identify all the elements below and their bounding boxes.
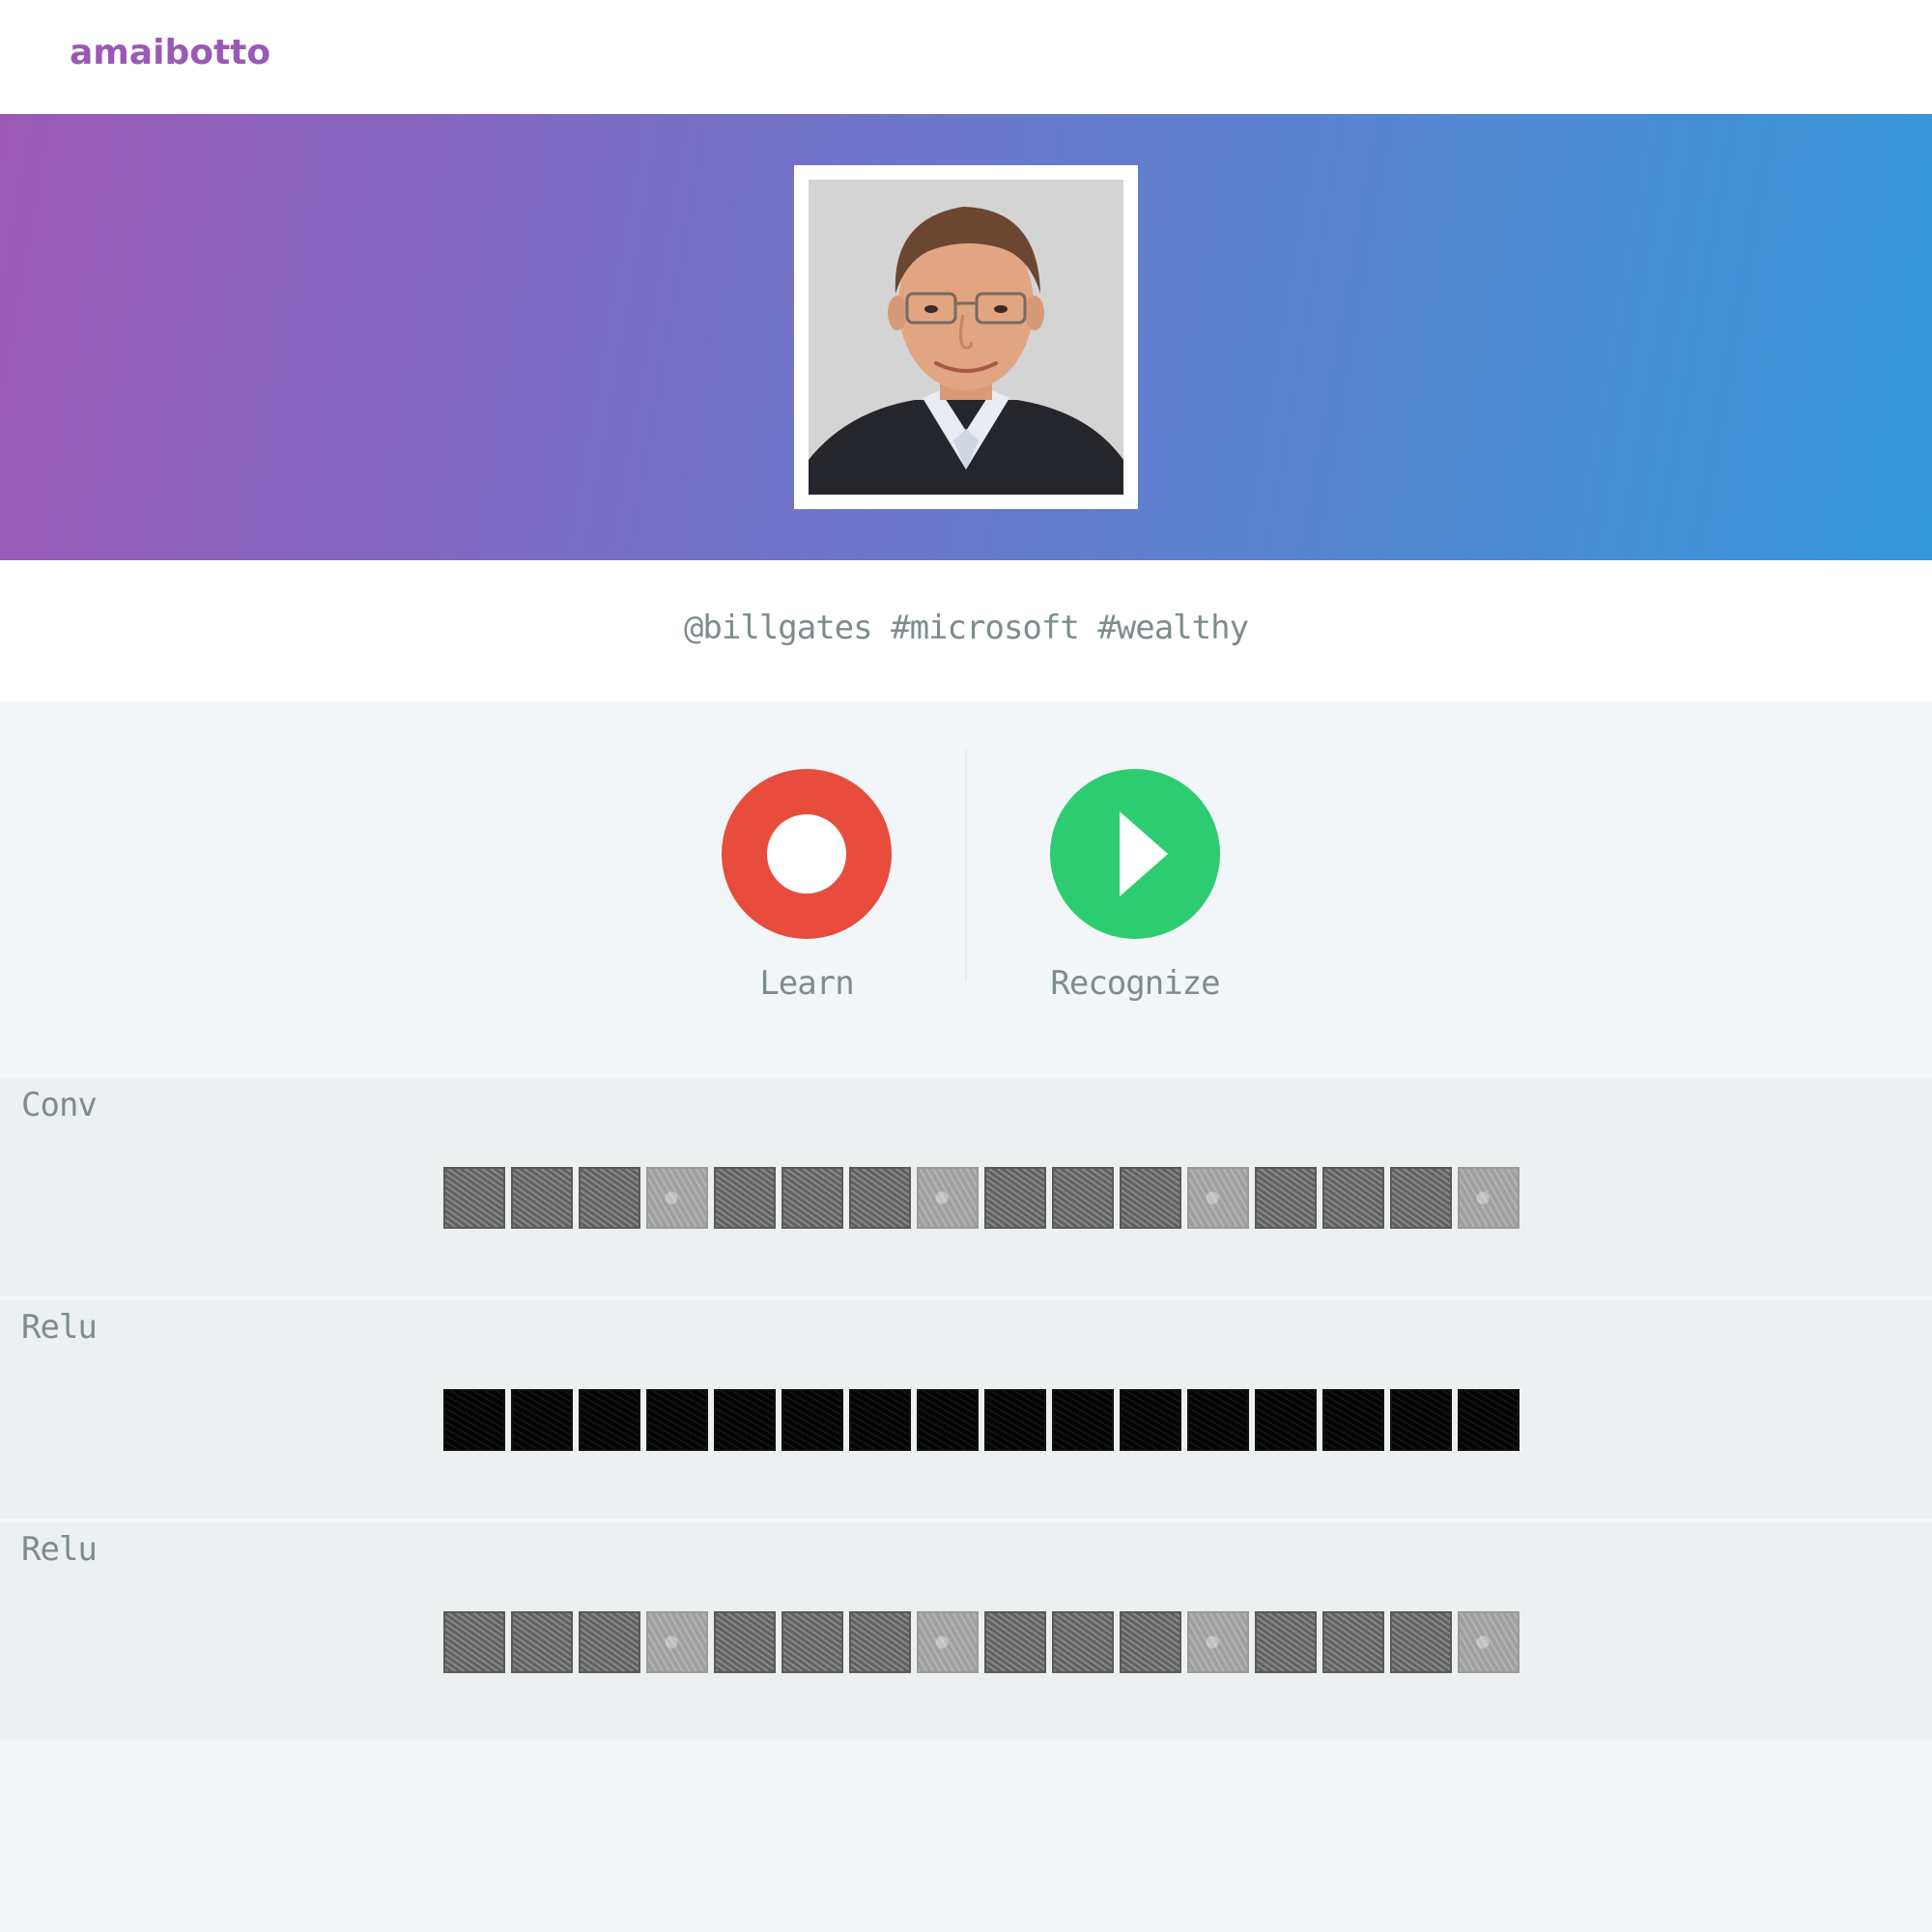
feature-map-tile bbox=[511, 1389, 573, 1451]
feature-map-tile bbox=[1120, 1389, 1181, 1451]
brand-logo[interactable]: amaibotto bbox=[70, 33, 270, 72]
feature-map-tile bbox=[1322, 1167, 1384, 1229]
feature-map-tile bbox=[579, 1167, 640, 1229]
feature-map-tile bbox=[1322, 1611, 1384, 1673]
feature-map-tile bbox=[849, 1389, 911, 1451]
feature-map-tile bbox=[781, 1611, 843, 1673]
profile-tagline: @billgates #microsoft #wealthy bbox=[683, 609, 1249, 647]
feature-map-tile bbox=[714, 1389, 776, 1451]
feature-map-tile bbox=[1390, 1611, 1452, 1673]
feature-map-tile bbox=[849, 1611, 911, 1673]
person-portrait-icon bbox=[809, 180, 1123, 495]
feature-map-tile bbox=[1390, 1389, 1452, 1451]
feature-map-tile bbox=[1458, 1389, 1520, 1451]
feature-map-tile bbox=[443, 1389, 505, 1451]
feature-map-tile bbox=[1187, 1167, 1249, 1229]
feature-map-tile bbox=[917, 1611, 979, 1673]
feature-map-tile bbox=[646, 1611, 708, 1673]
layer-relu-2: Relu bbox=[0, 1522, 1932, 1743]
feature-map-row bbox=[443, 1389, 1520, 1451]
play-icon bbox=[1120, 811, 1168, 896]
learn-label[interactable]: Learn bbox=[710, 964, 903, 1003]
feature-map-tile bbox=[646, 1167, 708, 1229]
feature-map-tile bbox=[984, 1167, 1046, 1229]
feature-map-tile bbox=[781, 1167, 843, 1229]
feature-map-tile bbox=[1255, 1611, 1317, 1673]
feature-map-tile bbox=[1458, 1167, 1520, 1229]
layer-conv: Conv bbox=[0, 1078, 1932, 1298]
feature-map-tile bbox=[1255, 1167, 1317, 1229]
feature-map-row bbox=[443, 1611, 1520, 1673]
recognize-label[interactable]: Recognize bbox=[990, 964, 1280, 1003]
feature-map-tile bbox=[1187, 1389, 1249, 1451]
feature-map-tile bbox=[781, 1389, 843, 1451]
layer-title: Relu bbox=[21, 1530, 98, 1569]
feature-map-tile bbox=[646, 1389, 708, 1451]
profile-photo bbox=[809, 180, 1123, 495]
feature-map-tile bbox=[714, 1167, 776, 1229]
layer-title: Relu bbox=[21, 1308, 98, 1347]
action-divider bbox=[965, 750, 967, 981]
feature-map-tile bbox=[1255, 1389, 1317, 1451]
recognize-button[interactable] bbox=[1050, 769, 1220, 939]
feature-map-tile bbox=[511, 1611, 573, 1673]
feature-map-tile bbox=[984, 1611, 1046, 1673]
feature-map-tile bbox=[579, 1611, 640, 1673]
feature-map-tile bbox=[849, 1167, 911, 1229]
feature-map-tile bbox=[443, 1611, 505, 1673]
profile-photo-frame bbox=[794, 165, 1138, 509]
feature-map-tile bbox=[1120, 1167, 1181, 1229]
feature-map-tile bbox=[1187, 1611, 1249, 1673]
layer-relu-1: Relu bbox=[0, 1300, 1932, 1520]
feature-map-tile bbox=[917, 1167, 979, 1229]
feature-map-tile bbox=[917, 1389, 979, 1451]
feature-map-tile bbox=[1052, 1167, 1114, 1229]
record-icon bbox=[767, 814, 846, 894]
feature-map-tile bbox=[443, 1167, 505, 1229]
top-navbar: amaibotto bbox=[0, 0, 1932, 114]
feature-map-tile bbox=[1052, 1611, 1114, 1673]
feature-map-tile bbox=[984, 1389, 1046, 1451]
feature-map-tile bbox=[1458, 1611, 1520, 1673]
feature-map-tile bbox=[1322, 1389, 1384, 1451]
feature-map-tile bbox=[511, 1167, 573, 1229]
feature-map-tile bbox=[1052, 1389, 1114, 1451]
feature-map-tile bbox=[1120, 1611, 1181, 1673]
feature-map-tile bbox=[714, 1611, 776, 1673]
layer-title: Conv bbox=[21, 1086, 98, 1124]
feature-map-tile bbox=[579, 1389, 640, 1451]
feature-map-tile bbox=[1390, 1167, 1452, 1229]
feature-map-row bbox=[443, 1167, 1520, 1229]
learn-button[interactable] bbox=[722, 769, 892, 939]
